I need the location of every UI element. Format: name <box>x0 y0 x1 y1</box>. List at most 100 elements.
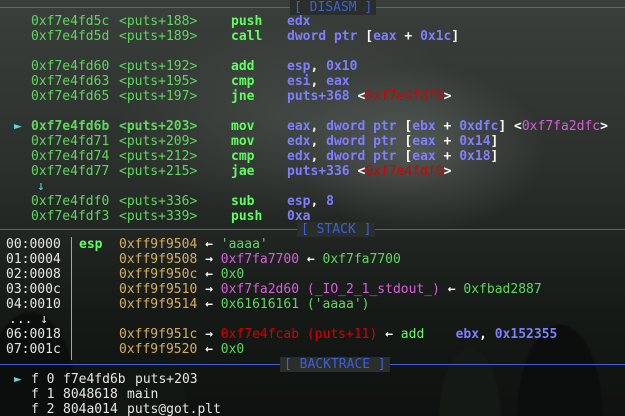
disasm-line[interactable]: 0xf7e4fd5d <puts+189> call dword ptr [eax +… <box>0 29 625 44</box>
stack-token: 0xff9f9510 <box>119 282 198 297</box>
disasm-address: 0xf7e4fd65 <box>31 89 110 104</box>
stack-value: 0xff9f9504 ← 'aaaa' <box>119 237 268 252</box>
stack-token: 0xf7fa7700 <box>220 252 300 267</box>
stack-token: 0x0 <box>220 267 245 282</box>
disasm-mnemonic: cmp <box>231 149 255 164</box>
disasm-line[interactable]: 0xf7e4fd60 <puts+192> add esp, 0x10 <box>0 59 625 74</box>
disasm-symbol: <puts+195> <box>119 74 198 89</box>
stack-value: 0xff9f9514 ← 0x61616161 ('aaaa') <box>119 297 369 312</box>
disasm-address: 0xf7e4fd63 <box>31 74 110 89</box>
disasm-line[interactable]: 0xf7e4fd5c <puts+188> push edx <box>0 14 625 29</box>
stack-index: 02:0008 <box>6 267 61 282</box>
stack-row[interactable]: 01:0004 0xff9f9508 → 0xf7fa7700 ← 0xf7fa7… <box>0 252 625 267</box>
frame-number: f 2 <box>31 402 55 416</box>
stack-token: 0xff9f9504 <box>119 237 198 252</box>
operand-token: 0xdfc <box>459 119 499 134</box>
disasm-address: 0xf7e4fd6b <box>31 119 110 134</box>
stack-token: 'aaaa' <box>220 237 268 252</box>
operand-token: + <box>396 29 421 44</box>
operand-token: eax <box>412 134 436 149</box>
stack-token: 0xf7fa7700 <box>322 252 401 267</box>
stack-token: ← <box>197 267 221 282</box>
disasm-symbol: <puts+209> <box>119 134 198 149</box>
disasm-address: 0xf7e4fd60 <box>31 59 110 74</box>
stack-token: 0x0 <box>220 342 245 357</box>
operand-token: esp <box>287 59 311 74</box>
backtrace-header: [ BACKTRACE ] <box>0 357 625 372</box>
disasm-operands: edx, dword ptr [eax + 0x14] <box>287 134 498 149</box>
stack-index: 06:0018 <box>6 327 61 342</box>
stack-token: 0xff9f9520 <box>119 342 198 357</box>
disasm-header-label: [ DISASM ] <box>290 0 377 15</box>
operand-token: , <box>310 134 327 149</box>
operand-token: ] <box>451 29 460 44</box>
disasm-operands: puts+336 <0xf7e4fdf0> <box>287 164 451 179</box>
current-frame-marker: ► <box>14 372 22 387</box>
operand-token: eax <box>373 29 397 44</box>
stack-token: ← <box>197 237 221 252</box>
disasm-symbol: <puts+336> <box>119 194 198 209</box>
operand-token: 0x18 <box>459 149 491 164</box>
operand-token: dword ptr <box>326 134 405 149</box>
operand-token: + <box>435 134 460 149</box>
operand-token: , <box>310 194 327 209</box>
disasm-mnemonic: jne <box>231 89 255 104</box>
disasm-mnemonic: mov <box>231 119 255 134</box>
operand-token: puts+336 <box>287 164 358 179</box>
operand-token: , <box>310 149 327 164</box>
frame-number: f 0 <box>31 372 55 387</box>
stack-row[interactable]: 02:0008 0xff9f950c ← 0x0 <box>0 267 625 282</box>
operand-token: 0x14 <box>459 134 491 149</box>
operand-token: esp <box>287 194 311 209</box>
disasm-symbol: <puts+197> <box>119 89 198 104</box>
backtrace-frame[interactable]: f 1 8048618 main <box>0 387 625 402</box>
disasm-line[interactable]: 0xf7e4fdf0 <puts+336> sub esp, 8 <box>0 194 625 209</box>
disasm-line[interactable]: 0xf7e4fd71 <puts+209> mov edx, dword ptr [e… <box>0 134 625 149</box>
disasm-symbol: <puts+203> <box>119 119 198 134</box>
stack-row[interactable]: 06:0018 0xff9f951c → 0xf7e4fcab (puts+11)… <box>0 327 625 342</box>
disasm-line[interactable]: 0xf7e4fd77 <puts+215> jae puts+336 <0xf7e4f… <box>0 164 625 179</box>
stack-token: ← <box>299 252 323 267</box>
operand-token: > <box>600 119 608 134</box>
disasm-symbol: <puts+192> <box>119 59 198 74</box>
stack-index: 01:0004 <box>6 252 61 267</box>
backtrace-frame[interactable]: ► f 0 f7e4fd6b puts+203 <box>0 372 625 387</box>
stack-index: 07:001c <box>6 342 61 357</box>
disasm-header: [ DISASM ] <box>0 0 625 15</box>
jump-taken-arrow: ↓ <box>37 179 45 194</box>
disasm-operands: edx, dword ptr [eax + 0x18] <box>287 149 498 164</box>
operand-token: ebx <box>412 119 436 134</box>
disasm-line[interactable]: 0xf7e4fd65 <puts+197> jne puts+368 <0xf7e4f… <box>0 89 625 104</box>
frame-address: 8048618 <box>63 387 118 402</box>
backtrace-frame[interactable]: f 2 804a014 puts@got.plt <box>0 402 625 416</box>
stack-value: 0xff9f950c ← 0x0 <box>119 267 244 282</box>
backtrace-header-label: [ BACKTRACE ] <box>280 357 390 372</box>
disasm-address: 0xf7e4fdf0 <box>31 194 110 209</box>
operand-token: ] <box>490 134 499 149</box>
disasm-line[interactable]: 0xf7e4fd74 <puts+212> cmp edx, dword ptr [e… <box>0 149 625 164</box>
terminal-window[interactable]: [ DISASM ] 0xf7e4fd5c <puts+188> push edx 0x… <box>0 0 625 416</box>
stack-token: , <box>479 327 495 342</box>
operand-token: eax <box>326 74 350 89</box>
operand-token: + <box>435 119 460 134</box>
stack-row[interactable]: 00:0000 esp 0xff9f9504 ← 'aaaa' <box>0 237 625 252</box>
disasm-address: 0xf7e4fd5d <box>31 29 110 44</box>
operand-token: 0xf7e4fdf0 <box>365 164 444 179</box>
stack-row[interactable]: 07:001c 0xff9f9520 ← 0x0 <box>0 342 625 357</box>
disasm-line[interactable]: 0xf7e4fd63 <puts+195> cmp esi, eax <box>0 74 625 89</box>
stack-row[interactable]: 04:0010 0xff9f9514 ← 0x61616161 ('aaaa') <box>0 297 625 312</box>
stack-token: 0xfbad2887 <box>463 282 542 297</box>
operand-token: puts+368 <box>287 89 358 104</box>
frame-symbol: puts@got.plt <box>127 402 221 416</box>
frame-symbol: puts+203 <box>135 372 198 387</box>
disasm-operands: esp, 8 <box>287 194 334 209</box>
operand-token: < <box>514 119 522 134</box>
operand-token: 0xf7fa2dfc <box>521 119 601 134</box>
disasm-operands: puts+368 <0xf7e4fdf0> <box>287 89 451 104</box>
stack-header: [ STACK ] <box>0 222 625 237</box>
disasm-mnemonic: push <box>231 14 263 29</box>
operand-token: , <box>310 74 327 89</box>
operand-token: , <box>310 119 327 134</box>
stack-row[interactable]: 03:000c 0xff9f9510 → 0xf7fa2d60 (_IO_2_1_… <box>0 282 625 297</box>
disasm-line[interactable]: ► 0xf7e4fd6b <puts+203> mov eax, dword ptr [… <box>0 119 625 134</box>
